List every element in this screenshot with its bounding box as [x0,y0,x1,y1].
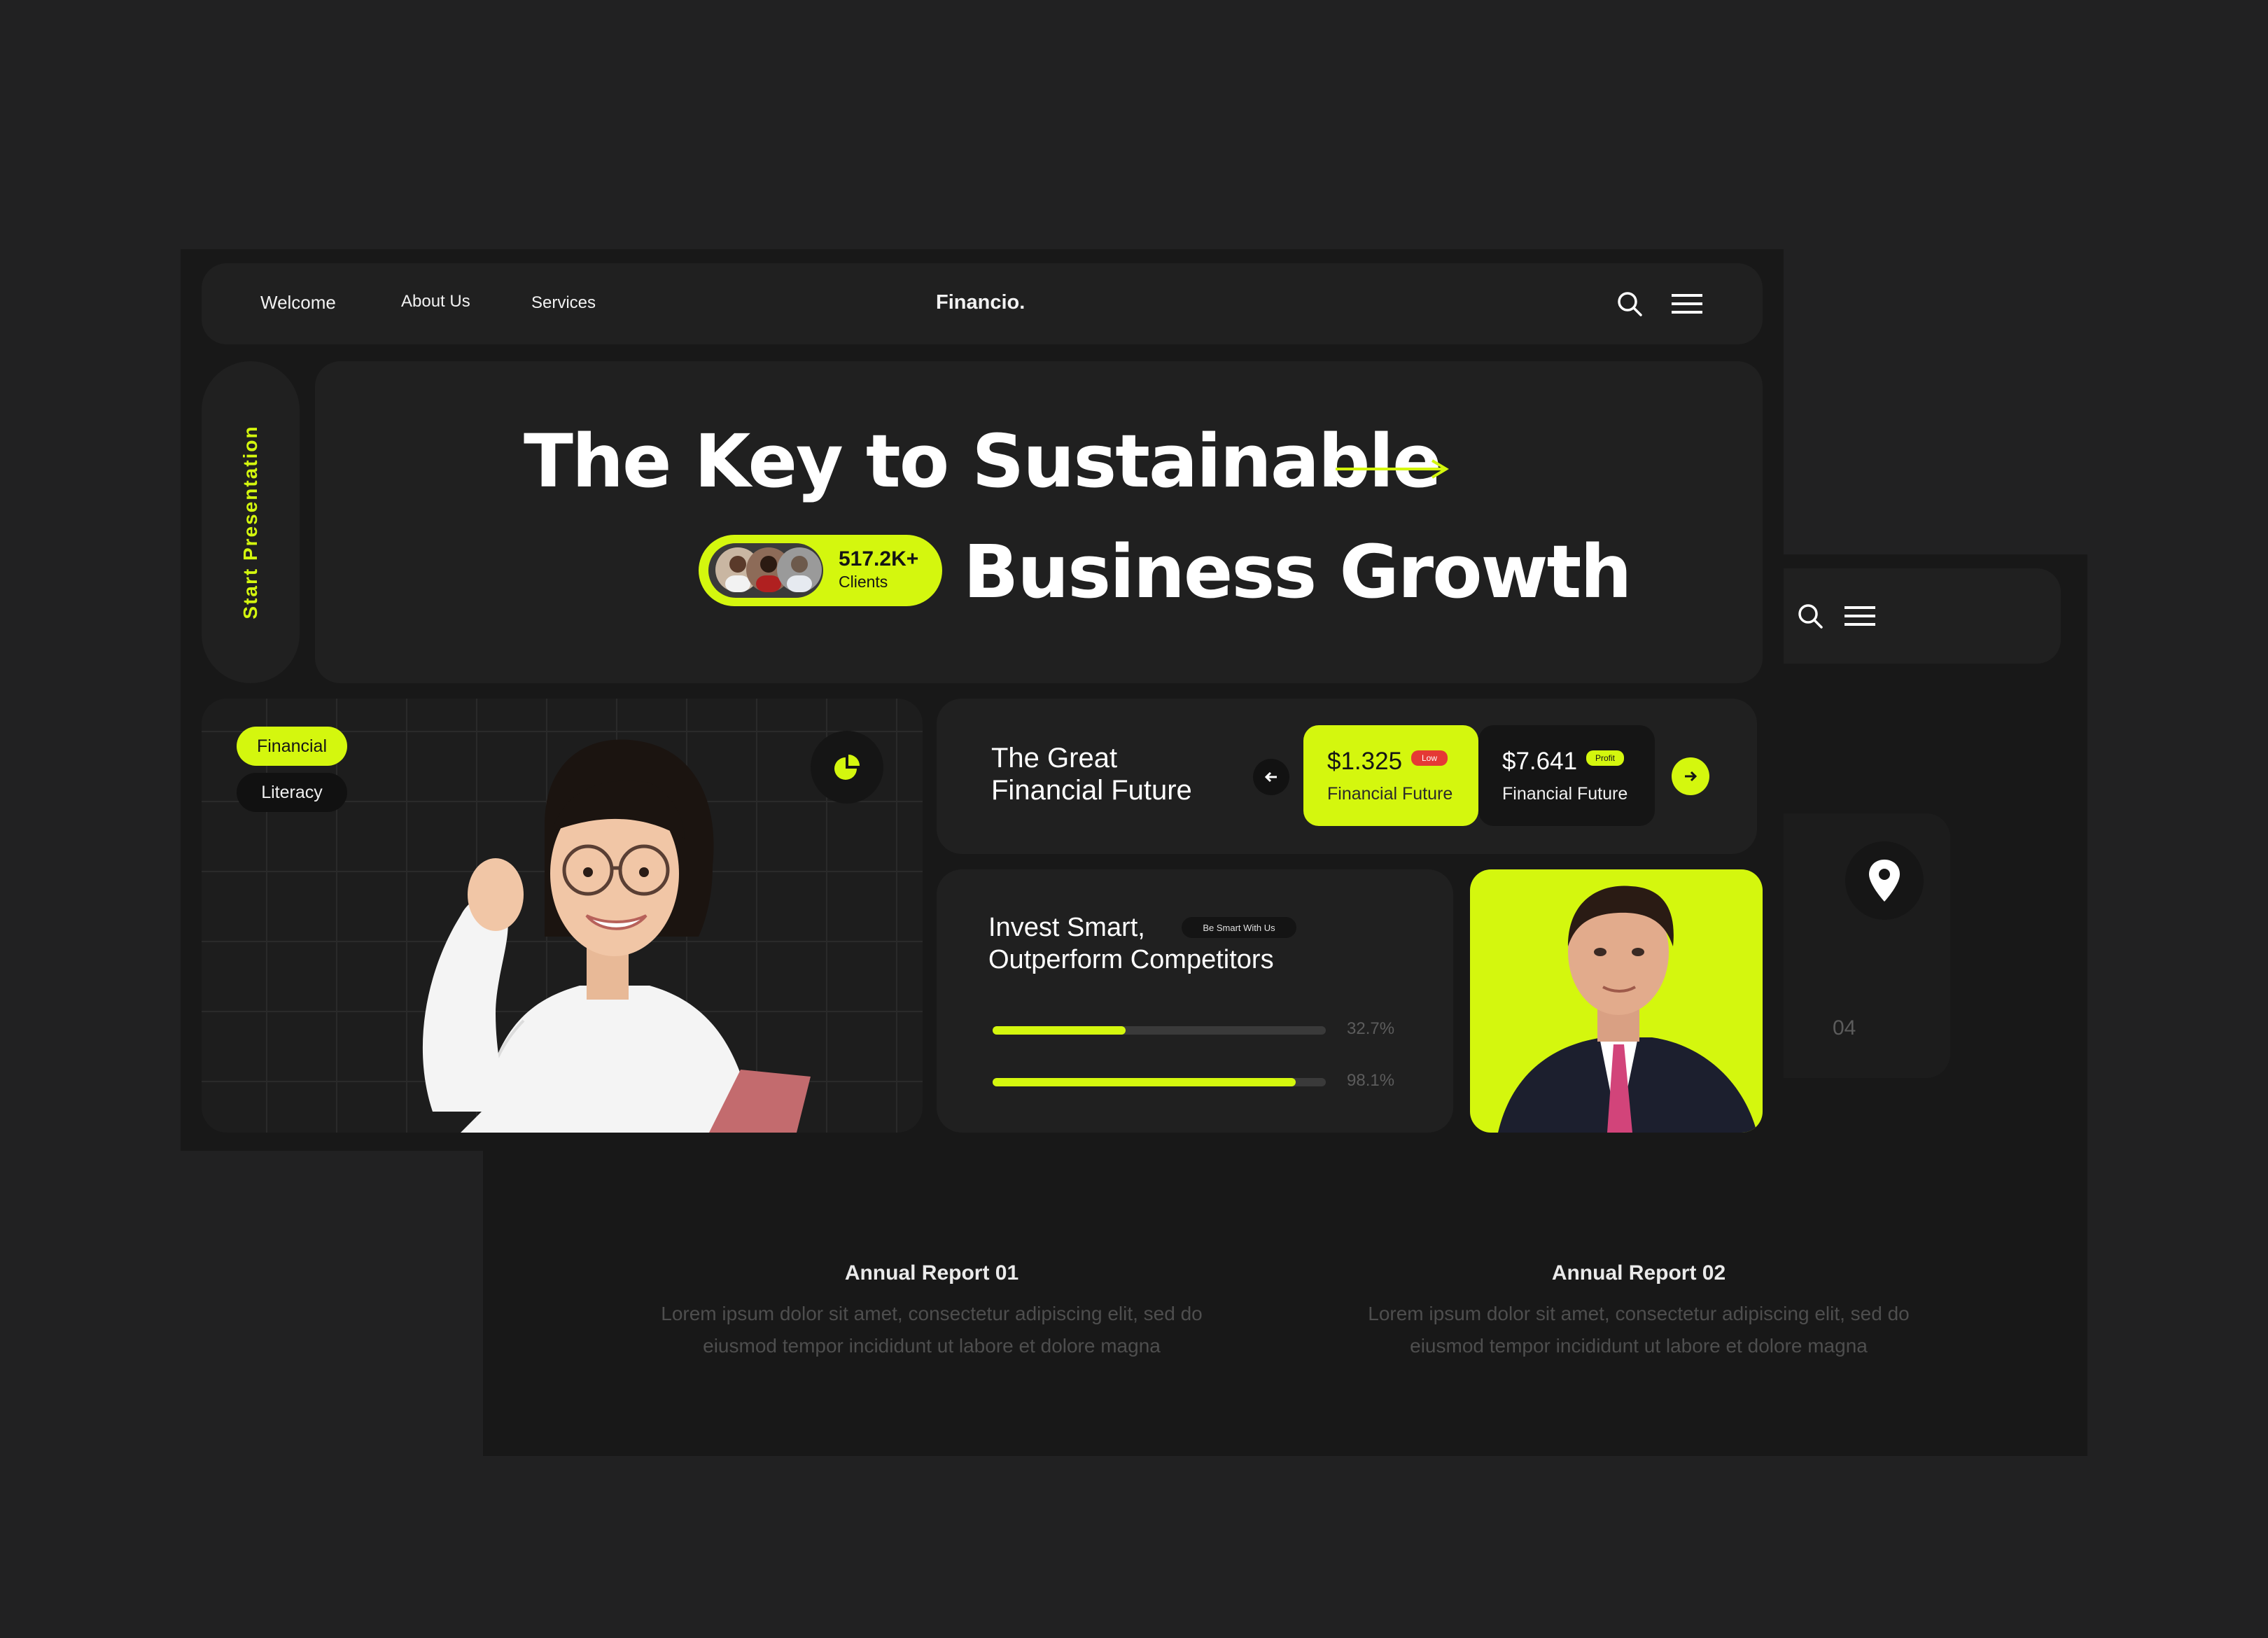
menu-icon[interactable] [1844,605,1875,630]
annual-report-1: Annual Report 01 Lorem ipsum dolor sit a… [620,1261,1243,1362]
progress-bar-1 [993,1026,1326,1035]
be-smart-badge: Be Smart With Us [1182,917,1296,938]
clients-badge[interactable]: 517.2K+ Clients [699,535,942,606]
hero-line-2: Business Growth [963,529,1632,615]
price-value: $7.641 [1502,748,1578,775]
photo-card: Financial Literacy [202,699,923,1133]
future-title: The Great Financial Future [991,742,1192,806]
hero-panel: The Key to Sustainable 517.2K+ Clients B… [315,361,1763,683]
annual-report-2: Annual Report 02 Lorem ipsum dolor sit a… [1327,1261,1950,1362]
front-slide: Welcome About Us Services Financio. Star… [181,249,1784,1151]
woman-photo [422,739,811,1133]
clients-label: Clients [839,573,888,591]
report-text: eiusmod tempor incididunt ut labore et d… [1410,1335,1868,1357]
report-text: eiusmod tempor incididunt ut labore et d… [703,1335,1161,1357]
report-title: Annual Report 01 [844,1261,1019,1284]
invest-title-line: Outperform Competitors [988,945,1274,974]
side-tab-label: Start Presentation [239,425,261,620]
progress-label-2: 98.1% [1347,1071,1395,1090]
progress-label-1: 32.7% [1347,1019,1395,1038]
price-card-profit[interactable]: $7.641 Profit Financial Future [1478,725,1655,826]
axis-label: 04 [1833,1016,1856,1040]
price-label: Financial Future [1502,784,1628,804]
price-value: $1.325 [1327,748,1403,775]
nav-about-us[interactable]: About Us [401,292,470,312]
progress-fill [993,1026,1126,1035]
arrow-right-icon [1336,459,1449,479]
progress-bar-2 [993,1078,1326,1086]
prev-arrow-button[interactable] [1253,759,1289,795]
next-arrow-button[interactable] [1672,757,1709,795]
future-title-line: The Great [991,743,1118,774]
report-title: Annual Report 02 [1551,1261,1726,1284]
man-photo-card [1470,869,1763,1133]
invest-card: Invest Smart, Outperform Competitors Be … [937,869,1453,1133]
search-icon[interactable] [1796,602,1824,633]
future-title-line: Financial Future [991,775,1192,806]
pie-chart-icon[interactable] [811,731,883,804]
avatar [777,547,822,592]
low-badge: Low [1411,750,1448,766]
avatar-group [708,543,823,598]
report-text: Lorem ipsum dolor sit amet, consectetur … [661,1303,1203,1324]
navbar: Welcome About Us Services Financio. [202,263,1763,344]
nav-services[interactable]: Services [531,293,596,313]
hero-line-1: The Key to Sustainable [524,419,1442,504]
report-text: Lorem ipsum dolor sit amet, consectetur … [1368,1303,1910,1324]
price-label: Financial Future [1327,784,1453,804]
start-presentation-tab[interactable]: Start Presentation [202,361,300,683]
back-navbar [1766,568,2061,664]
profit-badge: Profit [1586,750,1624,766]
price-card-low[interactable]: $1.325 Low Financial Future [1303,725,1478,826]
man-photo [1498,886,1757,1133]
search-icon[interactable] [1616,290,1644,321]
menu-icon[interactable] [1672,293,1702,318]
clients-count: 517.2K+ [839,547,919,570]
brand-logo[interactable]: Financio. [936,291,1025,314]
nav-welcome[interactable]: Welcome [260,292,336,314]
financial-future-card: The Great Financial Future $1.325 Low Fi… [937,699,1757,854]
progress-fill [993,1078,1296,1086]
